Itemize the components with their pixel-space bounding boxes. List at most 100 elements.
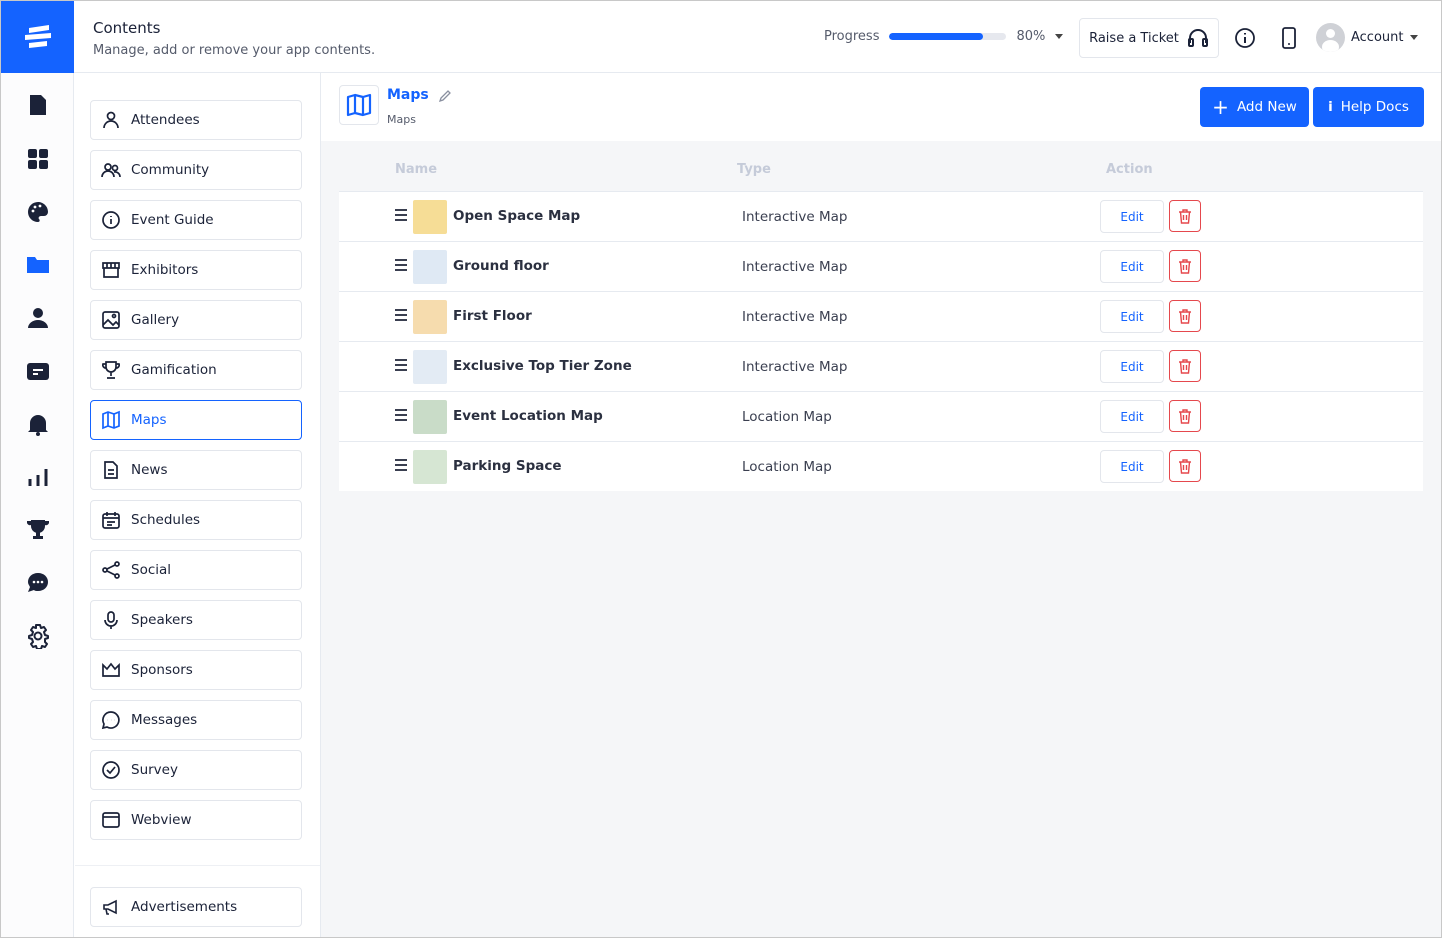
edit-pencil-icon[interactable] — [438, 89, 452, 103]
help-docs-button[interactable]: i Help Docs — [1313, 87, 1424, 127]
delete-button[interactable] — [1169, 250, 1201, 282]
drag-handle-icon[interactable] — [395, 359, 407, 374]
chevron-down-icon[interactable] — [1055, 34, 1064, 39]
folder-icon[interactable] — [25, 252, 51, 278]
sidebar-item-label: Speakers — [131, 612, 193, 628]
sidebar-item-label: News — [131, 462, 168, 478]
map-type: Interactive Map — [742, 209, 848, 225]
map-name[interactable]: Ground floor — [453, 258, 549, 274]
sidebar-item-maps[interactable]: Maps — [90, 400, 302, 440]
raise-ticket-label: Raise a Ticket — [1089, 30, 1179, 46]
sidebar-item-gamification[interactable]: Gamification — [90, 350, 302, 390]
raise-ticket-button[interactable]: Raise a Ticket — [1079, 18, 1219, 58]
sidebar-divider — [75, 865, 320, 866]
headset-icon — [1187, 29, 1208, 47]
map-type: Interactive Map — [742, 359, 848, 375]
delete-button[interactable] — [1169, 400, 1201, 432]
delete-button[interactable] — [1169, 200, 1201, 232]
map-icon — [102, 410, 120, 430]
delete-button[interactable] — [1169, 300, 1201, 332]
edit-button[interactable]: Edit — [1100, 250, 1164, 283]
drag-handle-icon[interactable] — [395, 309, 407, 324]
sidebar-item-label: Community — [131, 162, 210, 178]
progress-indicator[interactable]: Progress 80% — [824, 29, 1064, 44]
map-name[interactable]: Open Space Map — [453, 208, 580, 224]
help-docs-label: Help Docs — [1340, 99, 1409, 115]
sidebar-item-schedules[interactable]: Schedules — [90, 500, 302, 540]
mobile-preview-icon[interactable] — [1282, 27, 1296, 49]
map-name[interactable]: Parking Space — [453, 458, 562, 474]
user-icon[interactable] — [25, 305, 51, 331]
gear-icon[interactable] — [25, 623, 51, 649]
info-icon[interactable] — [1234, 27, 1256, 49]
info-icon — [102, 211, 120, 229]
trophy-icon[interactable] — [25, 517, 51, 543]
map-name[interactable]: First Floor — [453, 308, 532, 324]
sidebar-item-label: Advertisements — [131, 899, 238, 915]
map-thumbnail — [413, 200, 447, 234]
sidebar-item-label: Attendees — [131, 112, 200, 128]
palette-icon[interactable] — [25, 199, 51, 225]
edit-button[interactable]: Edit — [1100, 350, 1164, 383]
avatar — [1316, 23, 1345, 52]
plus-icon: + — [1212, 95, 1229, 119]
sidebar-item-event-guide[interactable]: Event Guide — [90, 200, 302, 240]
sidebar-item-label: Messages — [131, 712, 198, 728]
progress-bar — [889, 33, 1007, 40]
sidebar-item-exhibitors[interactable]: Exhibitors — [90, 250, 302, 290]
file-icon[interactable] — [25, 93, 51, 119]
delete-button[interactable] — [1169, 450, 1201, 482]
drag-handle-icon[interactable] — [395, 459, 407, 474]
chart-icon[interactable] — [25, 464, 51, 490]
table-header: Name Type Action — [339, 141, 1423, 191]
info-icon: i — [1328, 99, 1333, 115]
app-logo[interactable] — [1, 1, 74, 73]
sidebar-item-sponsors[interactable]: Sponsors — [90, 650, 302, 690]
add-new-button[interactable]: + Add New — [1200, 87, 1309, 127]
page-subtitle: Manage, add or remove your app contents. — [93, 43, 376, 58]
table-row: Parking Space Location Map Edit — [339, 441, 1423, 491]
browser-icon — [102, 812, 120, 828]
trash-icon — [1179, 458, 1191, 474]
section-title: Maps — [387, 87, 429, 103]
section-header: Maps Maps + Add New i Help Docs — [321, 73, 1441, 141]
sidebar-item-survey[interactable]: Survey — [90, 750, 302, 790]
sidebar-item-label: Maps — [131, 412, 167, 428]
calendar-icon — [102, 512, 120, 529]
people-icon — [101, 163, 121, 178]
account-menu[interactable]: Account — [1316, 23, 1418, 52]
sidebar-item-attendees[interactable]: Attendees — [90, 100, 302, 140]
edit-button[interactable]: Edit — [1100, 300, 1164, 333]
sidebar-item-community[interactable]: Community — [90, 150, 302, 190]
sidebar-item-news[interactable]: News — [90, 450, 302, 490]
sidebar-item-speakers[interactable]: Speakers — [90, 600, 302, 640]
bell-icon[interactable] — [25, 411, 51, 437]
edit-button[interactable]: Edit — [1100, 450, 1164, 483]
trash-icon — [1179, 308, 1191, 324]
edit-button[interactable]: Edit — [1100, 400, 1164, 433]
map-name[interactable]: Exclusive Top Tier Zone — [453, 358, 632, 374]
sidebar-item-messages[interactable]: Messages — [90, 700, 302, 740]
grid-icon[interactable] — [25, 146, 51, 172]
trash-icon — [1179, 258, 1191, 274]
sidebar-item-advertisements[interactable]: Advertisements — [90, 887, 302, 927]
drag-handle-icon[interactable] — [395, 209, 407, 224]
card-icon[interactable] — [25, 358, 51, 384]
map-thumbnail — [413, 250, 447, 284]
map-type: Interactive Map — [742, 309, 848, 325]
breadcrumb: Maps — [387, 113, 416, 126]
sidebar-item-gallery[interactable]: Gallery — [90, 300, 302, 340]
map-type: Location Map — [742, 409, 832, 425]
crown-icon — [102, 662, 120, 677]
sidebar-item-social[interactable]: Social — [90, 550, 302, 590]
sidebar-item-webview[interactable]: Webview — [90, 800, 302, 840]
edit-button[interactable]: Edit — [1100, 200, 1164, 233]
delete-button[interactable] — [1169, 350, 1201, 382]
person-icon — [103, 111, 119, 129]
drag-handle-icon[interactable] — [395, 409, 407, 424]
trash-icon — [1179, 208, 1191, 224]
chat-icon[interactable] — [25, 570, 51, 596]
map-name[interactable]: Event Location Map — [453, 408, 603, 424]
drag-handle-icon[interactable] — [395, 259, 407, 274]
map-thumbnail — [413, 350, 447, 384]
